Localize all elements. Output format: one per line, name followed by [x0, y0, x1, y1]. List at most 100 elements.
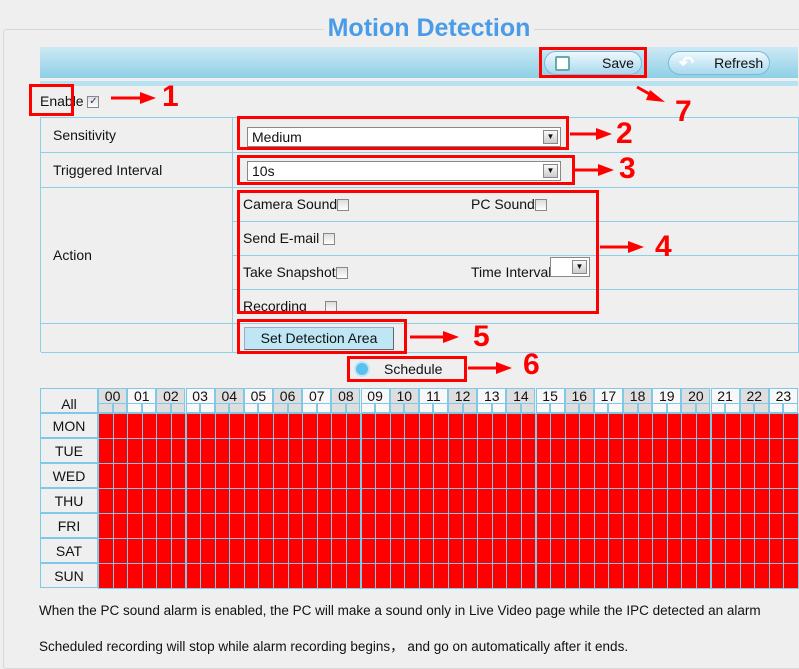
schedule-cell[interactable]	[754, 488, 770, 514]
schedule-cell[interactable]	[287, 413, 304, 439]
schedule-cell[interactable]	[433, 438, 449, 464]
schedule-cell[interactable]	[243, 413, 260, 439]
schedule-cell[interactable]	[608, 413, 624, 439]
schedule-cell[interactable]	[579, 463, 595, 489]
schedule-cell[interactable]	[375, 513, 391, 539]
schedule-cell[interactable]	[156, 563, 172, 589]
day-label-thu[interactable]: THU	[40, 488, 98, 513]
schedule-cell[interactable]	[127, 488, 143, 514]
hour-header-04[interactable]: 04	[214, 388, 244, 404]
schedule-cell[interactable]	[623, 563, 639, 589]
schedule-cell[interactable]	[156, 438, 172, 464]
schedule-cell[interactable]	[200, 513, 216, 539]
schedule-cell[interactable]	[258, 463, 274, 489]
schedule-cell[interactable]	[579, 438, 595, 464]
schedule-cell[interactable]	[273, 488, 289, 514]
schedule-cell[interactable]	[725, 413, 741, 439]
schedule-cell[interactable]	[141, 413, 158, 439]
schedule-cell[interactable]	[448, 463, 464, 489]
schedule-cell[interactable]	[287, 438, 304, 464]
schedule-cell[interactable]	[389, 538, 406, 564]
schedule-cell[interactable]	[564, 488, 581, 514]
schedule-cell[interactable]	[418, 538, 435, 564]
hour-header-20[interactable]: 20	[681, 388, 711, 404]
hour-header-03[interactable]: 03	[185, 388, 215, 404]
schedule-cell[interactable]	[637, 513, 654, 539]
schedule-cell[interactable]	[564, 463, 581, 489]
half-hour-header[interactable]	[360, 403, 376, 413]
half-hour-header[interactable]	[170, 403, 186, 413]
schedule-cell[interactable]	[593, 513, 610, 539]
hour-header-02[interactable]: 02	[156, 388, 186, 404]
schedule-cell[interactable]	[302, 563, 318, 589]
schedule-cell[interactable]	[418, 463, 435, 489]
schedule-cell[interactable]	[681, 513, 697, 539]
half-hour-header[interactable]	[316, 403, 332, 413]
schedule-cell[interactable]	[287, 488, 304, 514]
schedule-cell[interactable]	[608, 463, 624, 489]
schedule-cell[interactable]	[637, 488, 654, 514]
schedule-cell[interactable]	[506, 488, 522, 514]
schedule-cell[interactable]	[520, 563, 537, 589]
day-label-mon[interactable]: MON	[40, 413, 98, 438]
schedule-cell[interactable]	[243, 563, 260, 589]
schedule-cell[interactable]	[127, 538, 143, 564]
schedule-cell[interactable]	[316, 438, 333, 464]
schedule-cell[interactable]	[623, 463, 639, 489]
schedule-cell[interactable]	[170, 563, 187, 589]
schedule-cell[interactable]	[725, 513, 741, 539]
schedule-cell[interactable]	[448, 563, 464, 589]
schedule-cell[interactable]	[229, 513, 245, 539]
schedule-cell[interactable]	[229, 538, 245, 564]
schedule-cell[interactable]	[243, 438, 260, 464]
half-hour-header[interactable]	[579, 403, 594, 413]
schedule-cell[interactable]	[156, 413, 172, 439]
schedule-cell[interactable]	[316, 413, 333, 439]
schedule-cell[interactable]	[214, 563, 231, 589]
schedule-cell[interactable]	[112, 488, 129, 514]
schedule-cell[interactable]	[214, 538, 231, 564]
schedule-cell[interactable]	[127, 438, 143, 464]
schedule-cell[interactable]	[593, 438, 610, 464]
schedule-cell[interactable]	[491, 563, 508, 589]
schedule-cell[interactable]	[273, 538, 289, 564]
schedule-cell[interactable]	[200, 413, 216, 439]
half-hour-header[interactable]	[404, 403, 419, 413]
schedule-cell[interactable]	[127, 563, 143, 589]
schedule-cell[interactable]	[462, 563, 479, 589]
schedule-cell[interactable]	[170, 488, 187, 514]
schedule-cell[interactable]	[477, 413, 493, 439]
schedule-cell[interactable]	[695, 438, 712, 464]
schedule-cell[interactable]	[550, 488, 566, 514]
half-hour-header[interactable]	[666, 403, 682, 413]
schedule-cell[interactable]	[273, 463, 289, 489]
hour-header-01[interactable]: 01	[127, 388, 157, 404]
schedule-cell[interactable]	[593, 563, 610, 589]
schedule-cell[interactable]	[156, 488, 172, 514]
schedule-cell[interactable]	[564, 413, 581, 439]
schedule-cell[interactable]	[462, 463, 479, 489]
day-label-tue[interactable]: TUE	[40, 438, 98, 463]
schedule-cell[interactable]	[433, 538, 449, 564]
schedule-cell[interactable]	[652, 463, 668, 489]
schedule-cell[interactable]	[433, 563, 449, 589]
schedule-cell[interactable]	[681, 438, 697, 464]
schedule-cell[interactable]	[491, 488, 508, 514]
schedule-cell[interactable]	[462, 413, 479, 439]
hour-header-12[interactable]: 12	[448, 388, 478, 404]
hour-header-05[interactable]: 05	[243, 388, 273, 404]
schedule-cell[interactable]	[360, 488, 377, 514]
schedule-cell[interactable]	[550, 438, 566, 464]
schedule-cell[interactable]	[448, 538, 464, 564]
schedule-cell[interactable]	[579, 563, 595, 589]
half-hour-header[interactable]	[593, 403, 609, 413]
schedule-cell[interactable]	[404, 513, 420, 539]
schedule-cell[interactable]	[506, 563, 522, 589]
schedule-cell[interactable]	[520, 438, 537, 464]
schedule-cell[interactable]	[783, 438, 799, 464]
schedule-cell[interactable]	[579, 538, 595, 564]
schedule-cell[interactable]	[520, 538, 537, 564]
schedule-cell[interactable]	[141, 488, 158, 514]
half-hour-header[interactable]	[112, 403, 128, 413]
half-hour-header[interactable]	[331, 403, 346, 413]
